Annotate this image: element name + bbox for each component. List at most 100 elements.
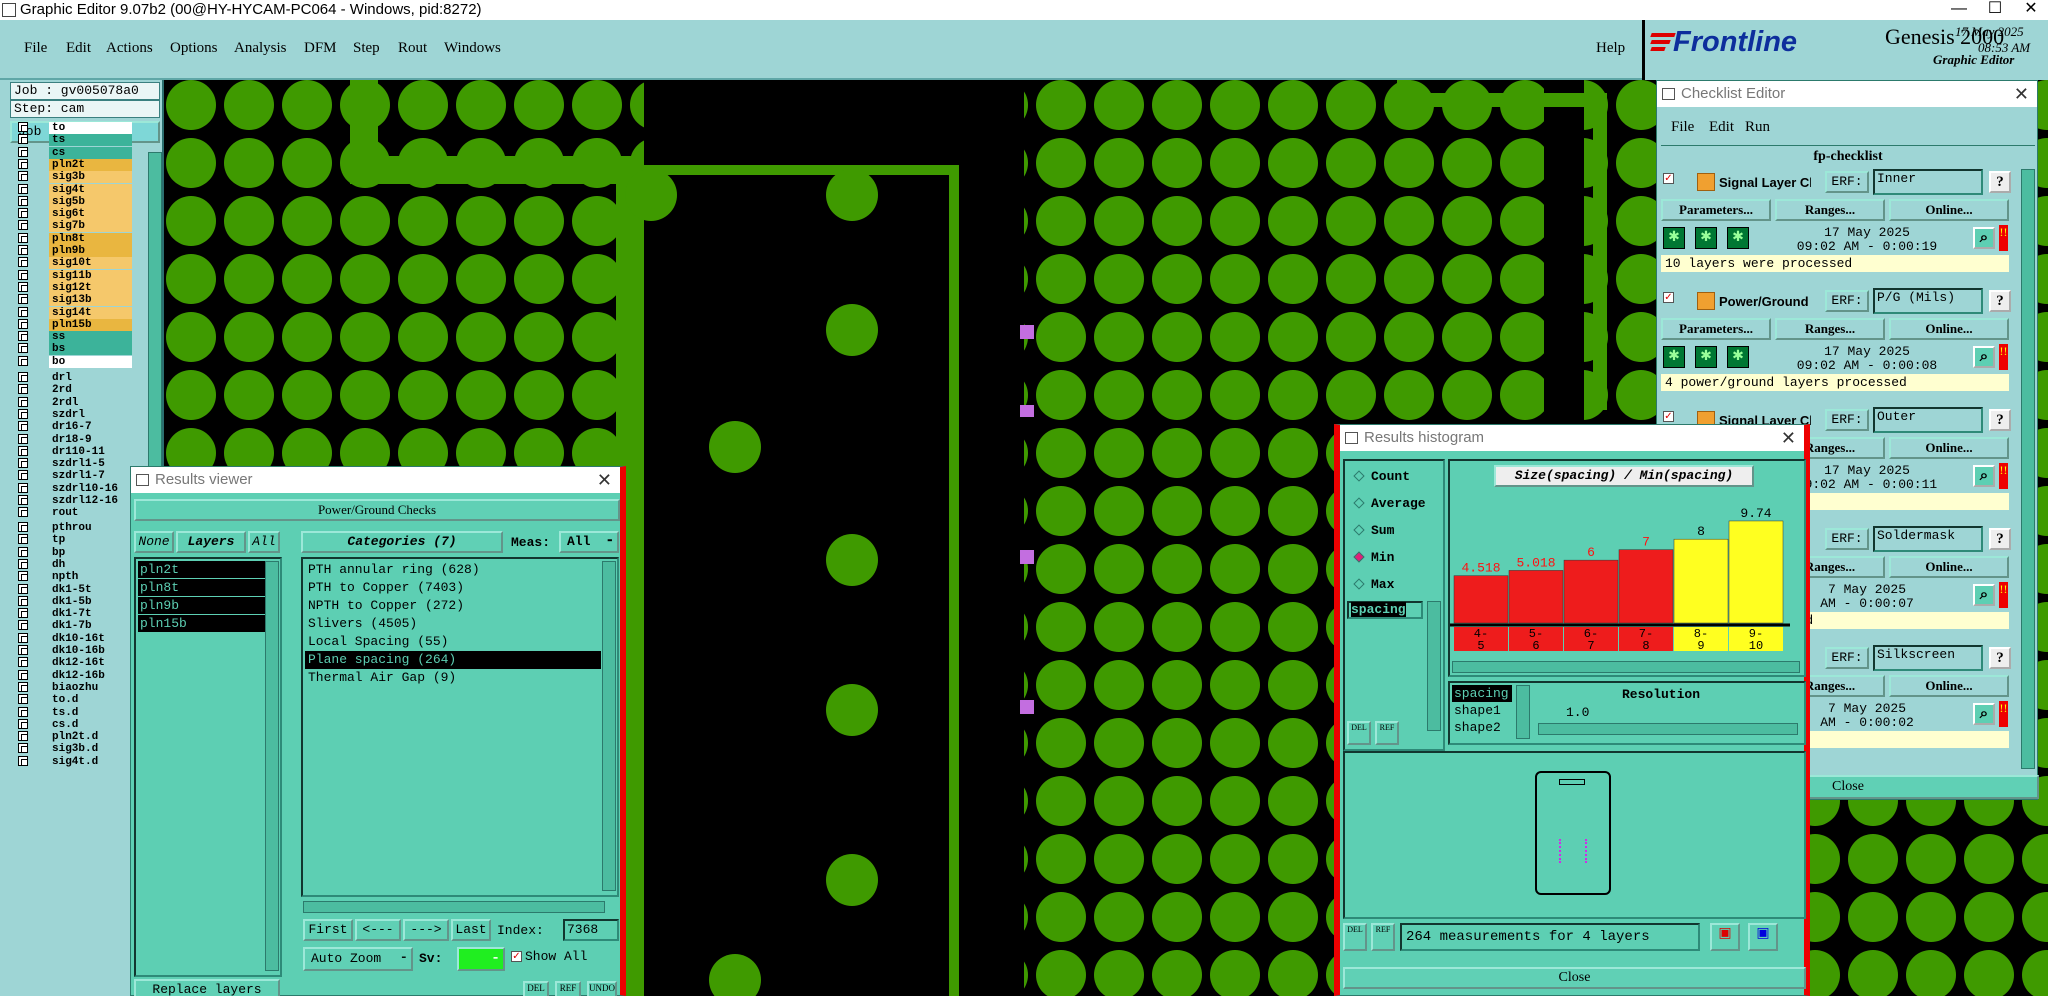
layer-checkbox[interactable]: [18, 318, 28, 329]
layer-name[interactable]: biaozhu: [49, 681, 132, 694]
layer-row[interactable]: dk10-16b: [14, 645, 132, 657]
erf-field[interactable]: Outer: [1873, 407, 1983, 433]
layer-row[interactable]: sig6t: [14, 208, 132, 221]
category-item[interactable]: Local Spacing (55): [305, 633, 601, 651]
layer-row[interactable]: sig4t: [14, 183, 132, 196]
layer-name[interactable]: sig12t: [49, 281, 132, 294]
layer-name[interactable]: cs.d: [49, 718, 132, 731]
layer-name[interactable]: sig11b: [49, 269, 132, 282]
layer-checkbox[interactable]: [18, 183, 28, 194]
first-button[interactable]: First: [303, 919, 353, 941]
layer-checkbox[interactable]: [18, 706, 28, 717]
erf-field[interactable]: P/G (Mils): [1873, 288, 1983, 314]
layer-row[interactable]: szdrl1-7: [14, 470, 132, 483]
print-icon[interactable]: ▣: [1748, 923, 1778, 951]
layer-checkbox[interactable]: [18, 158, 28, 169]
layer-checkbox[interactable]: [18, 445, 28, 456]
layer-name[interactable]: szdrl12-16: [49, 495, 132, 507]
category-item[interactable]: NPTH to Copper (272): [305, 597, 601, 615]
run-icon[interactable]: ✱: [1663, 227, 1685, 249]
erf-button[interactable]: ERF:: [1825, 290, 1869, 312]
menu-analysis[interactable]: Analysis: [234, 40, 287, 57]
layer-checkbox[interactable]: [18, 546, 28, 557]
alert-icon[interactable]: !!: [1999, 225, 2008, 251]
categories-hscrollbar[interactable]: [303, 901, 605, 913]
del-icon[interactable]: DEL: [1347, 721, 1371, 745]
layer-row[interactable]: szdrl1-5: [14, 458, 132, 471]
last-button[interactable]: Last: [451, 919, 491, 941]
layer-checkbox[interactable]: [18, 294, 28, 305]
help-button[interactable]: ?: [1989, 171, 2011, 193]
help-button[interactable]: ?: [1989, 290, 2011, 312]
layer-row[interactable]: pln2t: [14, 158, 132, 171]
layer-row[interactable]: npth: [14, 571, 132, 584]
result-layer-item[interactable]: pln9b: [138, 597, 266, 614]
layer-name[interactable]: ss: [49, 331, 132, 344]
layer-name[interactable]: pln2t.d: [49, 731, 132, 744]
layer-checkbox[interactable]: [18, 421, 28, 432]
result-layer-item[interactable]: pln15b: [138, 615, 266, 632]
sv-select[interactable]: ⁃: [457, 947, 505, 971]
layer-checkbox[interactable]: [18, 595, 28, 606]
action-checkbox[interactable]: ✓: [1663, 292, 1674, 303]
layer-name[interactable]: sig7b: [49, 220, 132, 233]
function-option-min[interactable]: Min: [1353, 550, 1394, 565]
layer-row[interactable]: to: [14, 122, 132, 134]
layer-checkbox[interactable]: [18, 122, 28, 132]
menu-step[interactable]: Step: [353, 40, 380, 57]
action-checkbox[interactable]: ✓: [1663, 411, 1674, 422]
layer-name[interactable]: dk12-16b: [49, 669, 132, 682]
layer-checkbox[interactable]: [18, 534, 28, 545]
layer-row[interactable]: dk1-5t: [14, 583, 132, 596]
layer-row[interactable]: tp: [14, 534, 132, 547]
layer-row[interactable]: szdrl10-16: [14, 482, 132, 495]
categories-header[interactable]: Categories (7): [301, 531, 503, 553]
layer-name[interactable]: npth: [49, 571, 132, 584]
layers-none-button[interactable]: None: [134, 531, 174, 553]
layer-row[interactable]: rout: [14, 507, 132, 520]
layer-row[interactable]: dr18-9: [14, 433, 132, 446]
attr-scrollbar[interactable]: [1516, 685, 1530, 739]
layer-row[interactable]: sig12t: [14, 281, 132, 294]
layer-checkbox[interactable]: [18, 743, 28, 754]
measure-list[interactable]: spacing: [1347, 601, 1423, 619]
layer-checkbox[interactable]: [18, 482, 28, 493]
layer-name[interactable]: szdrl: [49, 408, 132, 421]
layer-name[interactable]: rout: [49, 507, 132, 520]
layer-name[interactable]: tp: [49, 534, 132, 547]
layer-checkbox[interactable]: [18, 306, 28, 317]
layer-checkbox[interactable]: [18, 208, 28, 219]
layer-name[interactable]: dk1-7b: [49, 620, 132, 633]
layer-name[interactable]: sig5b: [49, 195, 132, 208]
category-item[interactable]: PTH to Copper (7403): [305, 579, 601, 597]
attr-item[interactable]: spacing: [1452, 685, 1512, 702]
close-button[interactable]: ✕: [2014, 0, 2048, 20]
categories-list[interactable]: PTH annular ring (628) PTH to Copper (740…: [301, 557, 619, 897]
layer-row[interactable]: sig5b: [14, 195, 132, 208]
index-field[interactable]: 7368: [563, 919, 619, 941]
layer-row[interactable]: szdrl: [14, 408, 132, 421]
layer-name[interactable]: dr18-9: [49, 433, 132, 446]
layer-name[interactable]: dk10-16b: [49, 645, 132, 657]
layer-row[interactable]: dh: [14, 558, 132, 571]
menu-windows[interactable]: Windows: [444, 40, 501, 57]
layer-name[interactable]: sig3b: [49, 171, 132, 184]
run-icon[interactable]: ✱: [1663, 346, 1685, 368]
online-button[interactable]: Online...: [1889, 318, 2009, 340]
layer-checkbox[interactable]: [18, 495, 28, 505]
layer-row[interactable]: dk1-5b: [14, 595, 132, 608]
layer-name[interactable]: szdrl1-7: [49, 470, 132, 483]
zoom-icon[interactable]: ⌕: [1973, 703, 1995, 725]
export-icon[interactable]: ▣: [1710, 923, 1740, 951]
alert-icon[interactable]: !!: [1999, 582, 2008, 608]
layer-name[interactable]: szdrl10-16: [49, 482, 132, 495]
layer-checkbox[interactable]: [18, 195, 28, 206]
function-option-average[interactable]: Average: [1353, 496, 1426, 511]
layer-checkbox[interactable]: [18, 507, 28, 518]
layer-row[interactable]: cs.d: [14, 718, 132, 731]
result-layer-item[interactable]: pln8t: [138, 579, 266, 596]
layer-row[interactable]: dr110-11: [14, 445, 132, 458]
close-icon[interactable]: ✕: [2014, 81, 2029, 107]
category-item[interactable]: PTH annular ring (628): [305, 561, 601, 579]
layer-checkbox[interactable]: [18, 632, 28, 643]
